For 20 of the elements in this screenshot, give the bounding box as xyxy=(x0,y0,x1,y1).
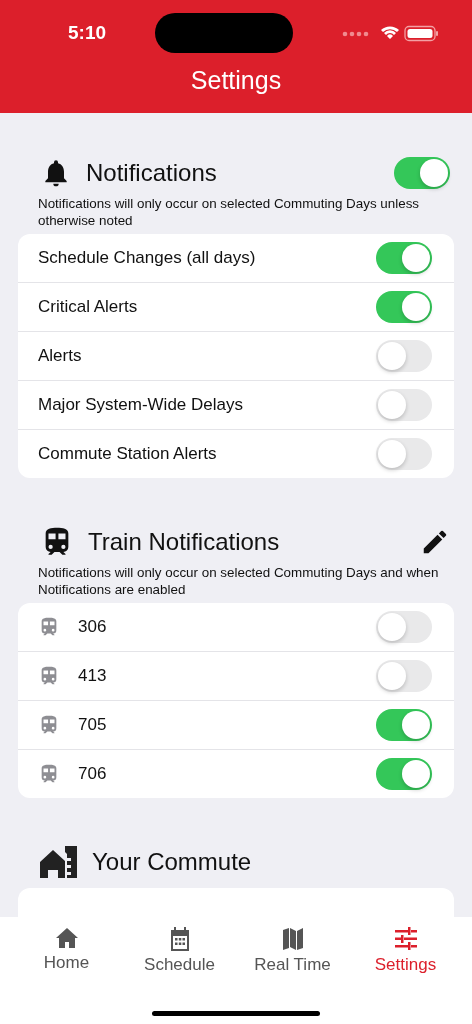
tab-item[interactable]: Schedule xyxy=(124,927,235,975)
status-time: 5:10 xyxy=(68,22,107,44)
setting-label: Major System-Wide Delays xyxy=(38,395,244,415)
tab-item[interactable]: Home xyxy=(11,927,122,975)
tab-item[interactable]: Settings xyxy=(350,927,461,975)
setting-label: 413 xyxy=(78,666,108,686)
section-note: Notifications will only occur on selected Commuting Days unless otherwise noted xyxy=(37,195,421,230)
section-title: Train Notifications xyxy=(88,528,281,556)
tab-item[interactable]: Real Time xyxy=(237,927,348,975)
section-title: Your Commute xyxy=(92,848,253,876)
setting-label: Schedule Changes (all days) xyxy=(38,248,257,268)
setting-label: Commute Station Alerts xyxy=(38,444,218,464)
setting-label: 705 xyxy=(78,715,108,735)
section-title: Notifications xyxy=(86,159,218,187)
setting-label: Alerts xyxy=(38,346,83,366)
setting-label: 306 xyxy=(78,617,108,637)
setting-label: 706 xyxy=(78,764,108,784)
page-title: Settings xyxy=(189,66,283,95)
setting-label: Critical Alerts xyxy=(38,297,139,317)
section-note: Notifications will only occur on selected Commuting Days and when Notifications are enabled xyxy=(37,564,440,599)
